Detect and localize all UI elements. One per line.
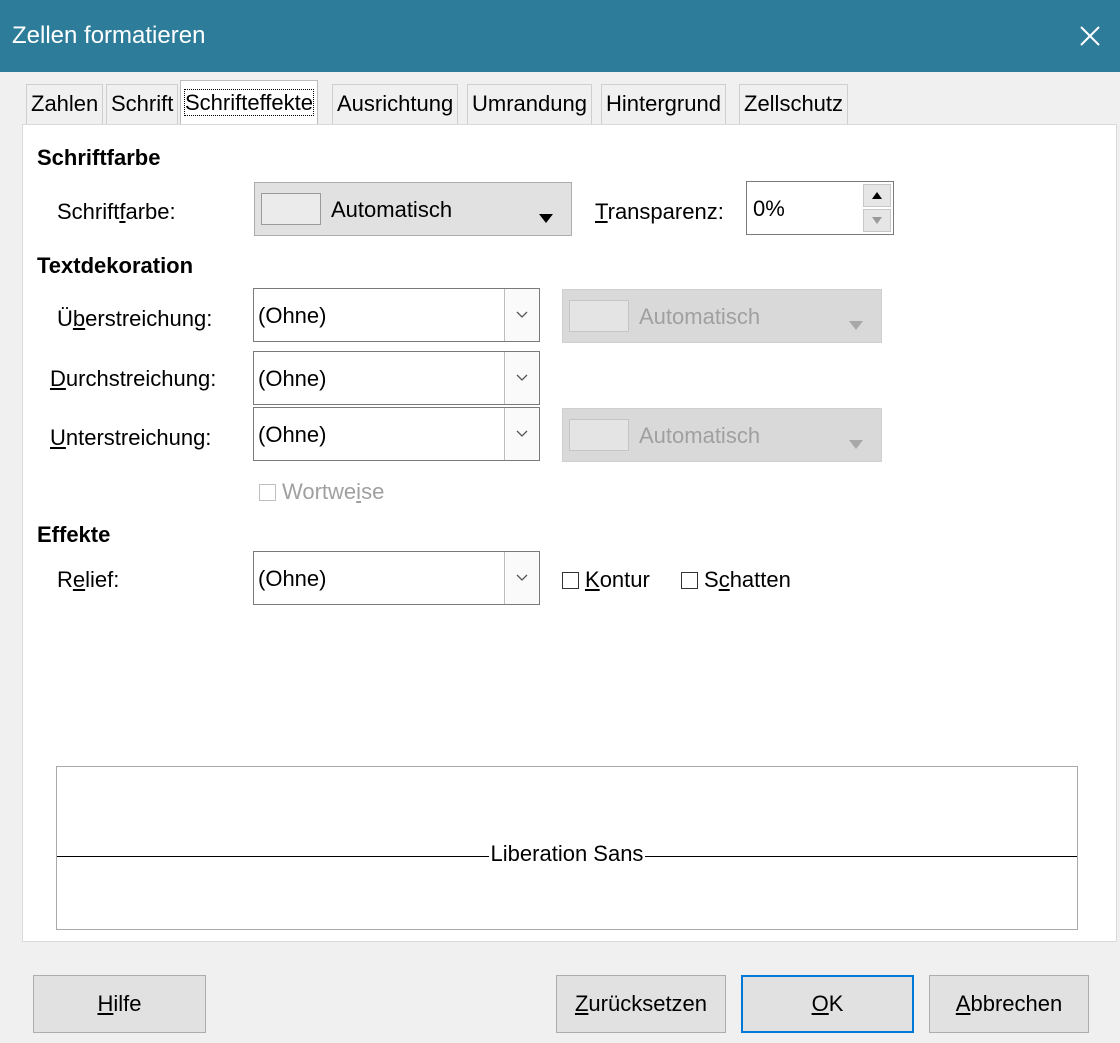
underline-select[interactable]: (Ohne) [253, 407, 540, 461]
chevron-down-icon [516, 311, 528, 318]
close-icon [1080, 26, 1100, 46]
transparency-value: 0% [753, 196, 785, 221]
color-swatch [569, 300, 629, 332]
ok-button[interactable]: OK [741, 975, 914, 1033]
relief-dropdown-button[interactable] [504, 552, 539, 604]
reset-button[interactable]: Zurücksetzen [556, 975, 726, 1033]
preview-text: Liberation Sans [488, 841, 646, 866]
font-color-label: Schriftfarbe: [57, 199, 176, 224]
tab-schrifteffekte[interactable]: Schrifteffekte [180, 80, 318, 126]
tab-zahlen[interactable]: Zahlen [26, 84, 104, 124]
strikethrough-select[interactable]: (Ohne) [253, 351, 540, 405]
section-heading-font-color: Schriftfarbe [37, 145, 161, 170]
transparency-spinbox[interactable]: 0% [746, 181, 894, 235]
overline-value: (Ohne) [258, 303, 327, 328]
tab-umrandung[interactable]: Umrandung [467, 84, 592, 124]
relief-label: Relief: [57, 567, 120, 592]
tab-ausrichtung[interactable]: Ausrichtung [332, 84, 459, 124]
section-heading-effects: Effekte [37, 522, 111, 547]
overline-select[interactable]: (Ohne) [253, 288, 540, 342]
chevron-down-icon [516, 430, 528, 437]
strikethrough-value: (Ohne) [258, 366, 327, 391]
underline-label: Unterstreichung: [50, 425, 212, 450]
strikethrough-label: Durchstreichung: [50, 366, 217, 391]
relief-select[interactable]: (Ohne) [253, 551, 540, 605]
help-button[interactable]: Hilfe [33, 975, 206, 1033]
color-swatch [261, 193, 321, 225]
tab-schrift[interactable]: Schrift [106, 84, 179, 124]
color-swatch [569, 419, 629, 451]
overline-color-button[interactable]: Automatisch [562, 289, 882, 343]
overline-color-value: Automatisch [639, 304, 761, 329]
underline-dropdown-button[interactable] [504, 408, 539, 460]
chevron-down-icon [516, 374, 528, 381]
strikethrough-dropdown-button[interactable] [504, 352, 539, 404]
word-by-word-checkbox[interactable]: Wortweise [259, 479, 384, 505]
tab-hintergrund[interactable]: Hintergrund [601, 84, 726, 124]
dropdown-arrow-icon [849, 310, 863, 336]
overline-label: Überstreichung: [57, 306, 213, 331]
transparency-label: Transparenz: [595, 199, 724, 224]
underline-color-value: Automatisch [639, 423, 761, 448]
outline-label: Kontur [585, 567, 650, 592]
window-title: Zellen formatieren [12, 22, 206, 49]
relief-value: (Ohne) [258, 566, 327, 591]
cancel-button[interactable]: Abbrechen [929, 975, 1089, 1033]
close-button[interactable] [1060, 0, 1120, 72]
shadow-label: Schatten [704, 567, 791, 592]
chevron-down-icon [872, 217, 882, 224]
underline-value: (Ohne) [258, 422, 327, 447]
font-color-value: Automatisch [331, 197, 453, 222]
tab-zellschutz[interactable]: Zellschutz [739, 84, 849, 124]
font-color-button[interactable]: Automatisch [254, 182, 572, 236]
overline-dropdown-button[interactable] [504, 289, 539, 341]
font-preview: Liberation Sans [56, 766, 1078, 930]
chevron-down-icon [516, 574, 528, 581]
dropdown-arrow-icon [849, 429, 863, 455]
shadow-checkbox[interactable]: Schatten [681, 567, 791, 593]
chevron-up-icon [872, 192, 882, 199]
word-by-word-label: Wortweise [282, 479, 385, 504]
dropdown-arrow-icon [539, 203, 553, 229]
checkbox-box [562, 571, 579, 589]
spin-down-button[interactable] [863, 209, 891, 232]
checkbox-box [681, 571, 698, 589]
underline-color-button[interactable]: Automatisch [562, 408, 882, 462]
spin-up-button[interactable] [863, 184, 891, 207]
outline-checkbox[interactable]: Kontur [562, 567, 650, 593]
title-bar: Zellen formatieren [0, 0, 1120, 72]
checkbox-box [259, 483, 276, 501]
section-heading-decoration: Textdekoration [37, 253, 194, 278]
